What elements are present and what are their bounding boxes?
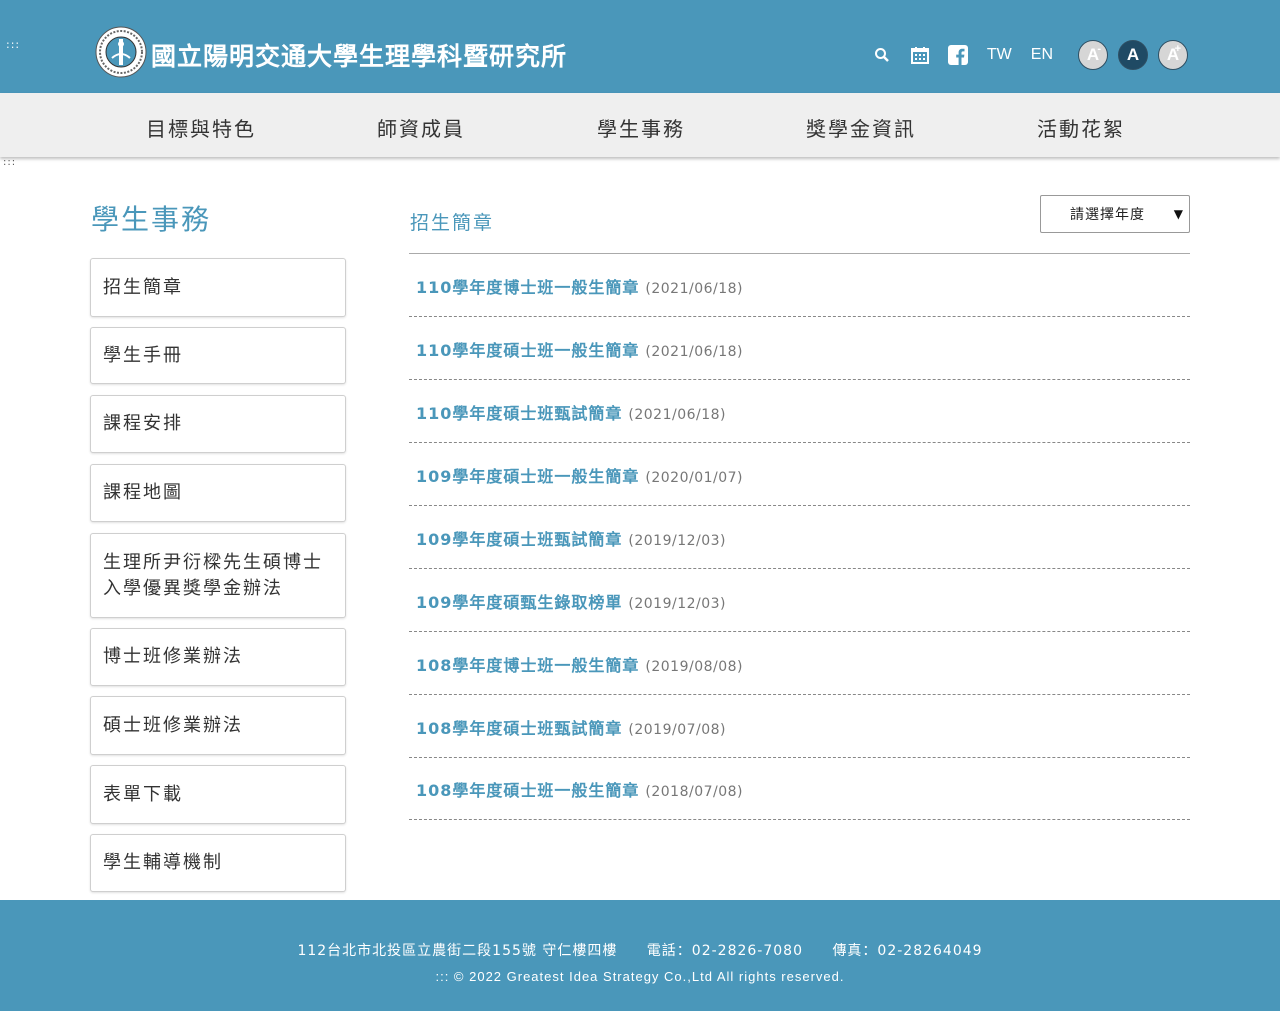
header-tools: TW EN A - A A + [854, 40, 1188, 70]
list-item-date: (2019/08/08) [645, 659, 744, 675]
lang-tw-link[interactable]: TW [987, 46, 1012, 64]
lang-en-link[interactable]: EN [1031, 46, 1053, 64]
nav-item-activities[interactable]: 活動花絮 [1037, 113, 1125, 142]
sidebar-item-admission-brochure[interactable]: 招生簡章 [90, 258, 346, 317]
footer-address: 112台北市北投區立農街二段155號 守仁樓四樓 [297, 943, 618, 959]
list-item-date: (2018/07/08) [645, 784, 744, 800]
list-item-title[interactable]: 108學年度碩士班甄試簡章 [416, 719, 622, 738]
list-item-title[interactable]: 110學年度碩士班甄試簡章 [416, 404, 622, 423]
list-item-link[interactable]: 110學年度博士班一般生簡章 (2021/06/18) [416, 274, 743, 298]
sidebar-item-counseling[interactable]: 學生輔導機制 [90, 834, 346, 892]
list-item: 108學年度碩士班甄試簡章 (2019/07/08) [409, 695, 1190, 758]
minus-icon: - [1097, 43, 1101, 55]
list-item-link[interactable]: 109學年度碩士班甄試簡章 (2019/12/03) [416, 526, 726, 550]
list-item-link[interactable]: 109學年度碩甄生錄取榜單 (2019/12/03) [416, 589, 726, 613]
list-item: 108學年度碩士班一般生簡章 (2018/07/08) [409, 757, 1190, 820]
list-item-title[interactable]: 109學年度碩士班一般生簡章 [416, 467, 639, 486]
font-size-medium-button[interactable]: A [1118, 40, 1148, 70]
list-item-link[interactable]: 109學年度碩士班一般生簡章 (2020/01/07) [416, 463, 743, 487]
search-icon[interactable] [872, 45, 892, 65]
sidebar-item-course-schedule[interactable]: 課程安排 [90, 395, 346, 453]
access-key-content[interactable]: ::: [3, 157, 16, 168]
list-item: 109學年度碩甄生錄取榜單 (2019/12/03) [409, 569, 1190, 632]
sidebar-item-phd-rules[interactable]: 博士班修業辦法 [90, 628, 346, 686]
footer-phone: 電話：02-2826-7080 [646, 943, 803, 959]
list-item-link[interactable]: 110學年度碩士班一般生簡章 (2021/06/18) [416, 337, 743, 361]
list-item-date: (2019/07/08) [628, 722, 727, 738]
section-title: 招生簡章 [410, 212, 495, 234]
footer-copyright: ::: © 2022 Greatest Idea Strategy Co.,Lt… [435, 969, 845, 984]
year-select[interactable]: 請選擇年度 ▼ [1040, 195, 1190, 233]
nav-item-goals[interactable]: 目標與特色 [146, 113, 256, 142]
list-item-link[interactable]: 108學年度博士班一般生簡章 (2019/08/08) [416, 652, 743, 676]
plus-icon: + [1174, 43, 1181, 55]
list-item-title[interactable]: 109學年度碩士班甄試簡章 [416, 530, 622, 549]
sidebar-item-forms-download[interactable]: 表單下載 [90, 765, 346, 824]
list-item-date: (2020/01/07) [645, 470, 744, 486]
list-item: 110學年度碩士班甄試簡章 (2021/06/18) [409, 380, 1190, 443]
list-item: 109學年度碩士班一般生簡章 (2020/01/07) [409, 443, 1190, 506]
nav-item-student-affairs[interactable]: 學生事務 [597, 113, 685, 142]
list-item-link[interactable]: 110學年度碩士班甄試簡章 (2021/06/18) [416, 400, 726, 424]
site-title[interactable]: 國立陽明交通大學生理學科暨研究所 [151, 37, 567, 73]
sidebar-item-scholarship-rules[interactable]: 生理所尹衍樑先生碩博士入學優異獎學金辦法 [90, 533, 346, 618]
access-key-top[interactable]: ::: [6, 38, 20, 51]
list-item: 110學年度博士班一般生簡章 (2021/06/18) [409, 254, 1190, 317]
list-item-link[interactable]: 108學年度碩士班一般生簡章 (2018/07/08) [416, 777, 743, 801]
list-item-title[interactable]: 108學年度碩士班一般生簡章 [416, 781, 639, 800]
list-item-date: (2019/12/03) [628, 596, 727, 612]
year-select-value: 請選擇年度 [1070, 207, 1145, 223]
list-item-date: (2021/06/18) [645, 344, 744, 360]
site-header: ::: 國立陽明交通大學生理學科暨研究所 TW EN A - A A + [0, 0, 1280, 93]
list-item-title[interactable]: 110學年度碩士班一般生簡章 [416, 341, 639, 360]
list-item: 108學年度博士班一般生簡章 (2019/08/08) [409, 632, 1190, 695]
sidebar-title: 學生事務 [91, 203, 212, 236]
footer-contact: 112台北市北投區立農街二段155號 守仁樓四樓 電話：02-2826-7080… [0, 940, 1280, 960]
list-item-title[interactable]: 109學年度碩甄生錄取榜單 [416, 593, 622, 612]
calendar-icon[interactable] [910, 45, 930, 65]
main-nav: 目標與特色 師資成員 學生事務 獎學金資訊 活動花絮 [0, 93, 1280, 157]
dropdown-arrow-icon: ▼ [1173, 207, 1184, 221]
sidebar-item-student-handbook[interactable]: 學生手冊 [90, 327, 346, 384]
list-item: 110學年度碩士班一般生簡章 (2021/06/18) [409, 317, 1190, 380]
font-size-small-button[interactable]: A - [1078, 40, 1108, 70]
list-item-title[interactable]: 110學年度博士班一般生簡章 [416, 278, 639, 297]
list-item-title[interactable]: 108學年度博士班一般生簡章 [416, 656, 639, 675]
list-item-date: (2021/06/18) [645, 281, 744, 297]
university-logo-icon[interactable] [95, 26, 147, 78]
sidebar-item-master-rules[interactable]: 碩士班修業辦法 [90, 696, 346, 755]
site-footer: 112台北市北投區立農街二段155號 守仁樓四樓 電話：02-2826-7080… [0, 900, 1280, 1011]
font-size-medium-label: A [1126, 45, 1140, 64]
nav-item-faculty[interactable]: 師資成員 [377, 113, 465, 142]
sidebar-item-course-map[interactable]: 課程地圖 [90, 464, 346, 522]
list-item: 109學年度碩士班甄試簡章 (2019/12/03) [409, 506, 1190, 569]
footer-fax: 傳真：02-28264049 [832, 943, 983, 959]
nav-item-scholarship[interactable]: 獎學金資訊 [806, 113, 916, 142]
facebook-icon[interactable] [947, 45, 968, 65]
font-size-large-button[interactable]: A + [1158, 40, 1188, 70]
list-item-date: (2019/12/03) [628, 533, 727, 549]
list-item-link[interactable]: 108學年度碩士班甄試簡章 (2019/07/08) [416, 715, 726, 739]
list-item-date: (2021/06/18) [628, 407, 727, 423]
